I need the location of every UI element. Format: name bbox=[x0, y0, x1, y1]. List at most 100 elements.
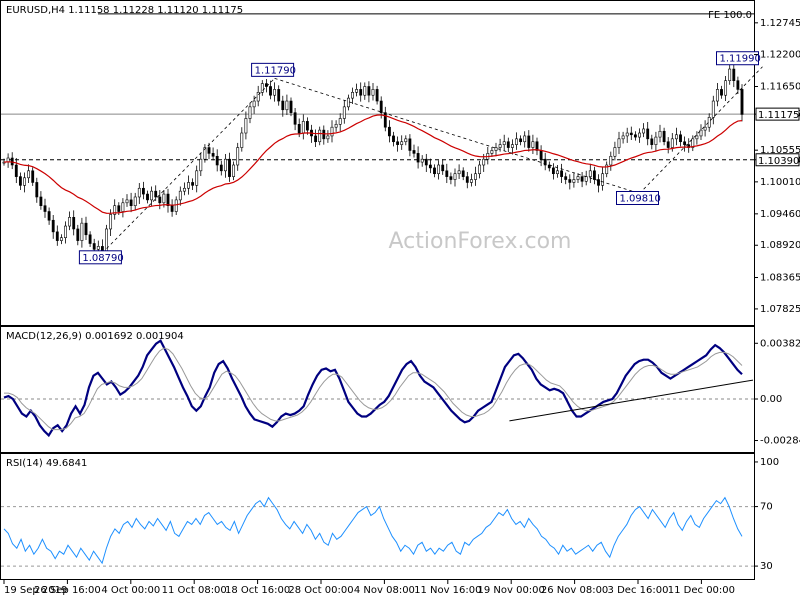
candle-body bbox=[703, 126, 707, 131]
price-title: EURUSD,H4 1.11158 1.11228 1.11120 1.1117… bbox=[6, 5, 243, 16]
candle-body bbox=[572, 179, 576, 183]
candle-body bbox=[174, 199, 178, 212]
candle-body bbox=[707, 117, 711, 128]
fe-label: FE 100.0 bbox=[708, 10, 752, 21]
candle-body bbox=[195, 170, 199, 186]
macd-trendline bbox=[509, 379, 754, 422]
candle-body bbox=[117, 205, 121, 212]
candle-body bbox=[711, 100, 715, 118]
candle-body bbox=[285, 100, 289, 111]
candle-body bbox=[158, 196, 162, 204]
candle-body bbox=[428, 164, 432, 169]
candle-body bbox=[396, 141, 400, 145]
candle-body bbox=[47, 211, 51, 221]
candle-body bbox=[129, 199, 133, 207]
candle-body bbox=[80, 222, 84, 241]
candle-body bbox=[297, 123, 301, 134]
candle-body bbox=[281, 100, 285, 111]
candle-body bbox=[31, 170, 35, 183]
macd-layer bbox=[1, 339, 754, 438]
candle-body bbox=[588, 170, 592, 177]
candle-body bbox=[248, 106, 252, 119]
candle-body bbox=[146, 193, 149, 201]
candle-body bbox=[244, 118, 248, 134]
candle-body bbox=[18, 176, 22, 186]
candle-body bbox=[326, 135, 330, 140]
x-tick-label: 4 Nov 08:00 bbox=[354, 585, 415, 596]
candle-body bbox=[564, 176, 568, 180]
candle-body bbox=[457, 170, 461, 175]
price-y-tick-label: 1.12745 bbox=[760, 18, 800, 29]
candle-body bbox=[650, 138, 654, 145]
candle-body bbox=[240, 132, 244, 148]
candle-body bbox=[469, 179, 473, 183]
rsi-y-tick-label: 30 bbox=[760, 561, 773, 572]
candle-body bbox=[502, 141, 506, 145]
candle-body bbox=[560, 170, 564, 177]
candle-body bbox=[273, 89, 277, 96]
candle-body bbox=[699, 129, 703, 137]
candle-body bbox=[474, 173, 477, 180]
candle-body bbox=[109, 214, 113, 230]
x-tick-label: 26 Sep 16:00 bbox=[34, 585, 101, 596]
candle-body bbox=[182, 187, 186, 192]
candle-body bbox=[720, 89, 723, 96]
candle-body bbox=[88, 234, 92, 244]
macd-panel-frame bbox=[0, 326, 755, 453]
axis-layer: 1.127451.122001.116501.111751.105551.103… bbox=[3, 18, 800, 596]
candle-body bbox=[223, 158, 227, 172]
x-tick-label: 18 Oct 16:00 bbox=[225, 585, 290, 596]
candle-body bbox=[330, 126, 334, 137]
candle-body bbox=[51, 219, 55, 233]
rsi-title: RSI(14) 49.6841 bbox=[6, 458, 87, 469]
price-y-tick-label: 1.08920 bbox=[760, 240, 800, 251]
candle-body bbox=[568, 179, 572, 183]
candle-body bbox=[683, 141, 687, 145]
candle-body bbox=[23, 177, 26, 186]
candle-body bbox=[375, 89, 379, 102]
candle-body bbox=[346, 97, 350, 108]
price-y-tick-label: 1.10010 bbox=[760, 177, 800, 188]
candle-body bbox=[728, 68, 732, 81]
candle-body bbox=[441, 164, 445, 172]
candle-body bbox=[351, 92, 354, 99]
candle-body bbox=[424, 158, 428, 166]
candle-body bbox=[736, 80, 740, 90]
candle-body bbox=[662, 130, 666, 143]
candle-body bbox=[154, 190, 158, 198]
x-tick-label: 3 Dec 16:00 bbox=[608, 585, 669, 596]
candle-body bbox=[334, 123, 338, 128]
candle-body bbox=[92, 243, 96, 250]
macd-y-tick-label: 0.00 bbox=[760, 394, 782, 405]
candle-body bbox=[494, 147, 498, 151]
candle-body bbox=[724, 80, 728, 96]
rsi-layer bbox=[1, 496, 754, 567]
candle-body bbox=[498, 144, 502, 148]
candle-body bbox=[461, 170, 465, 177]
candle-body bbox=[367, 86, 371, 96]
candle-body bbox=[412, 150, 416, 154]
rsi-y-tick-label: 70 bbox=[760, 502, 773, 513]
candle-body bbox=[39, 196, 43, 207]
candle-body bbox=[383, 112, 387, 128]
candle-body bbox=[621, 135, 625, 140]
candle-body bbox=[482, 158, 486, 166]
candle-body bbox=[211, 153, 215, 157]
candle-body bbox=[531, 141, 535, 148]
candle-body bbox=[215, 155, 219, 166]
candle-body bbox=[96, 246, 100, 250]
swing-label: 1.11990 bbox=[720, 54, 761, 65]
price-axis-marker-label: 1.11175 bbox=[758, 110, 799, 121]
candle-body bbox=[453, 173, 457, 180]
candle-body bbox=[392, 135, 395, 143]
candle-body bbox=[301, 121, 305, 134]
candle-body bbox=[646, 128, 650, 140]
candle-body bbox=[535, 141, 539, 151]
candle-body bbox=[170, 205, 174, 212]
candle-body bbox=[232, 164, 236, 177]
candle-body bbox=[55, 231, 59, 241]
candle-body bbox=[658, 130, 662, 138]
candle-body bbox=[551, 167, 555, 175]
candle-body bbox=[449, 176, 453, 180]
x-tick-label: 11 Oct 08:00 bbox=[162, 585, 227, 596]
